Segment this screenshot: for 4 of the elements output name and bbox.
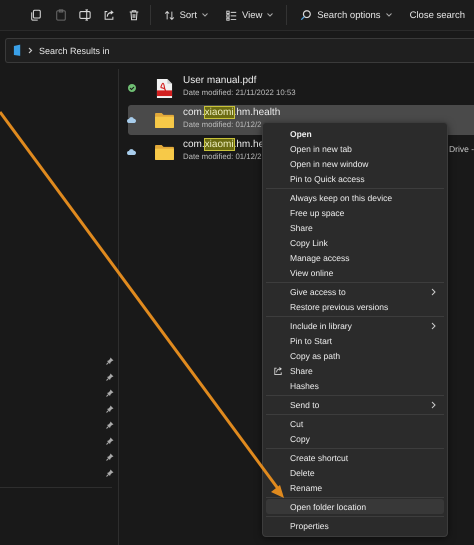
file-name: User manual.pdf bbox=[183, 75, 258, 86]
breadcrumb-text: Search Results in bbox=[39, 46, 110, 56]
location-text: Drive - bbox=[449, 144, 474, 154]
file-name: com.xiaomi.hm.health bbox=[183, 107, 280, 118]
